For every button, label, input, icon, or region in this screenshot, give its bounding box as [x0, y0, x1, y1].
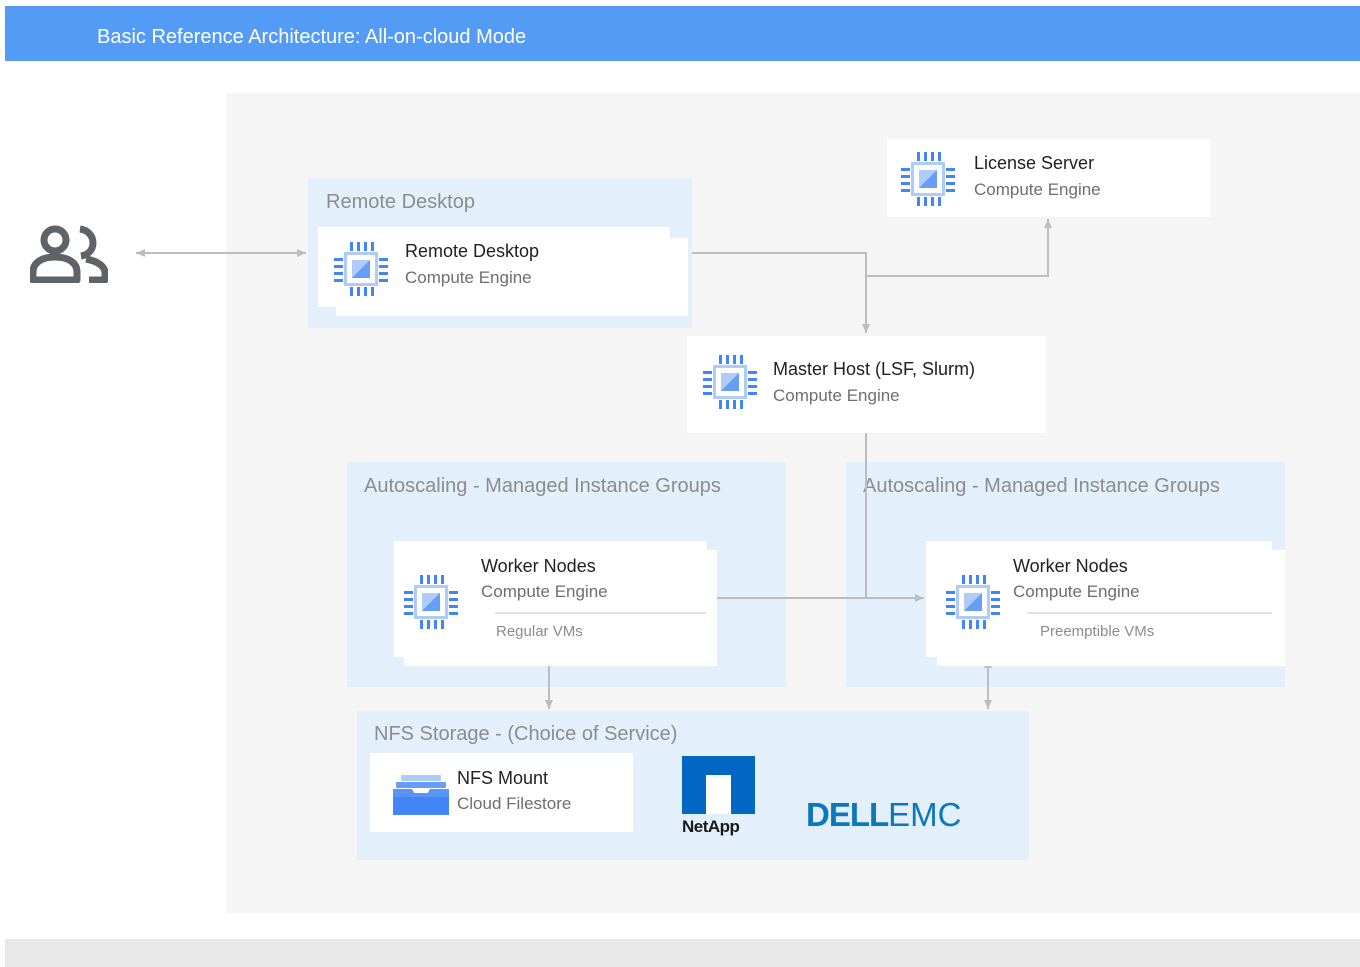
node-subtitle: Compute Engine: [1013, 582, 1140, 601]
divider: [1027, 612, 1272, 614]
node-title: License Server: [974, 153, 1095, 173]
node-remote-desktop[interactable]: Remote Desktop Compute Engine: [318, 227, 670, 307]
compute-engine-icon: [944, 573, 1002, 631]
compute-engine-icon: [402, 573, 460, 631]
node-title: Remote Desktop: [405, 241, 540, 261]
compute-engine-icon: [899, 150, 957, 208]
netapp-logo-text: NetApp: [682, 817, 740, 836]
netapp-logo-mark: [682, 756, 755, 814]
dellemc-logo: DELLEMC: [806, 796, 980, 836]
compute-engine-icon: [701, 353, 759, 411]
node-worker-regular[interactable]: Worker Nodes Compute Engine Regular VMs: [394, 541, 707, 657]
cloud-filestore-icon: [392, 773, 450, 817]
dellemc-logo-emc: EMC: [888, 796, 962, 833]
dellemc-logo-dell: DELL: [806, 796, 889, 833]
connector-to-license-server: [866, 219, 1052, 277]
node-worker-preemptible[interactable]: Worker Nodes Compute Engine Preemptible …: [926, 541, 1272, 657]
divider: [495, 612, 706, 614]
node-note: Regular VMs: [496, 623, 583, 640]
node-subtitle: Compute Engine: [773, 386, 900, 405]
node-subtitle: Compute Engine: [481, 582, 608, 601]
node-subtitle: Compute Engine: [974, 180, 1101, 199]
netapp-logo: NetApp: [681, 756, 758, 836]
node-note: Preemptible VMs: [1040, 623, 1155, 640]
compute-engine-icon: [332, 240, 390, 298]
node-subtitle: Cloud Filestore: [457, 794, 572, 813]
node-title: NFS Mount: [457, 768, 549, 788]
node-title: Worker Nodes: [481, 556, 596, 576]
node-master-host[interactable]: Master Host (LSF, Slurm) Compute Engine: [687, 336, 1046, 433]
node-subtitle: Compute Engine: [405, 268, 532, 287]
node-license-server[interactable]: License Server Compute Engine: [887, 139, 1210, 217]
node-title: Master Host (LSF, Slurm): [773, 359, 976, 379]
node-nfs-mount[interactable]: NFS Mount Cloud Filestore: [370, 753, 633, 832]
connector-remote-desktop-master: [692, 252, 870, 333]
node-title: Worker Nodes: [1013, 556, 1128, 576]
